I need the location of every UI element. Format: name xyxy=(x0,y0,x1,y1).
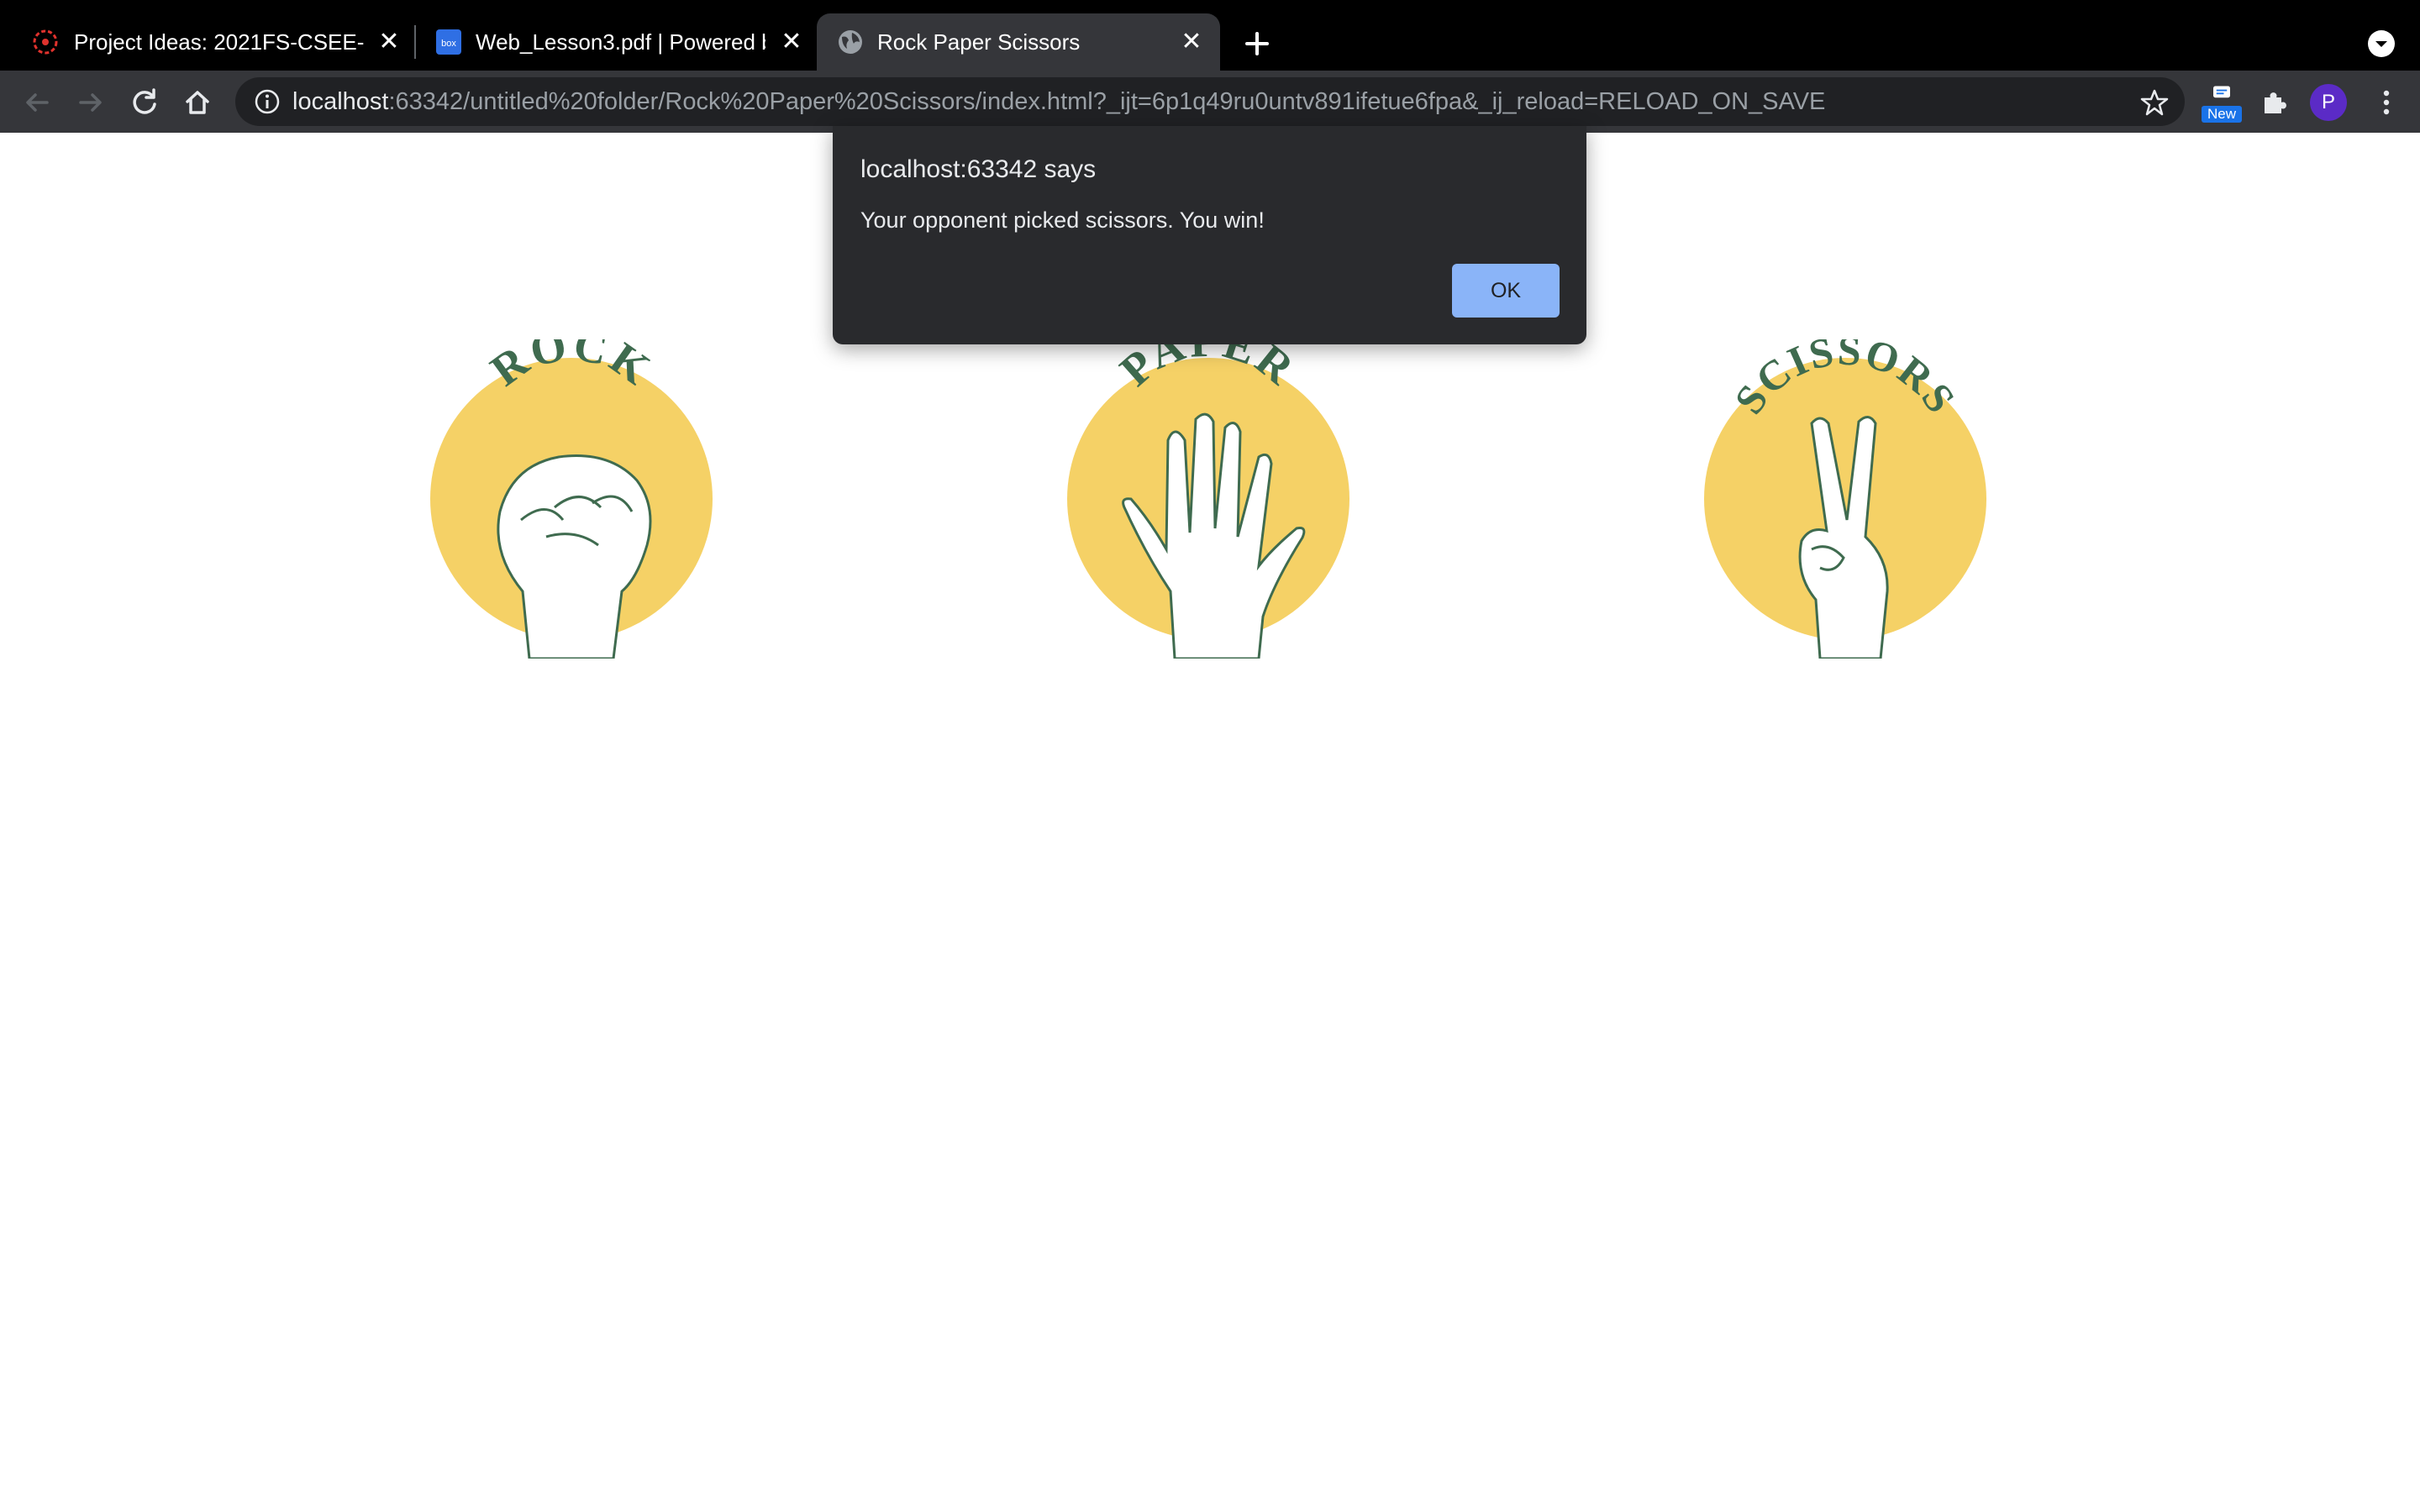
rock-fist-icon: ROCK xyxy=(430,339,713,659)
tab-search-button[interactable] xyxy=(2368,30,2395,57)
paper-hand-icon: PAPER xyxy=(1067,339,1349,659)
tab-title: Rock Paper Scissors xyxy=(877,29,1081,55)
tab-title: Project Ideas: 2021FS-CSEE-5 xyxy=(74,29,364,55)
svg-text:box: box xyxy=(441,39,456,49)
rock-choice[interactable]: ROCK xyxy=(420,339,723,659)
ok-button[interactable]: OK xyxy=(1452,264,1560,318)
tab-strip: Project Ideas: 2021FS-CSEE-5 ✕ box Web_L… xyxy=(0,0,2420,71)
tab-title: Web_Lesson3.pdf | Powered by xyxy=(476,29,765,55)
site-info-icon[interactable] xyxy=(254,88,281,115)
puzzle-icon[interactable] xyxy=(2258,86,2291,119)
globe-icon xyxy=(839,30,862,54)
address-bar[interactable]: localhost:63342/untitled%20folder/Rock%2… xyxy=(235,77,2185,126)
tab-web-lesson[interactable]: box Web_Lesson3.pdf | Powered by ✕ xyxy=(418,13,813,71)
tab-close-icon[interactable]: ✕ xyxy=(1175,25,1208,59)
new-tab-icon[interactable] xyxy=(1237,24,1277,64)
browser-toolbar: localhost:63342/untitled%20folder/Rock%2… xyxy=(0,71,2420,133)
url-path: :63342/untitled%20folder/Rock%20Paper%20… xyxy=(388,88,1826,115)
forward-icon[interactable] xyxy=(74,86,108,119)
more-menu-icon[interactable] xyxy=(2370,86,2403,119)
paper-choice[interactable]: PAPER xyxy=(1057,339,1360,659)
scissors-hand-icon: SCISSORS xyxy=(1704,339,1986,659)
dialog-message: Your opponent picked scissors. You win! xyxy=(860,207,1265,233)
home-icon[interactable] xyxy=(181,86,214,119)
reload-icon[interactable] xyxy=(128,86,161,119)
tab-rock-paper-scissors[interactable]: Rock Paper Scissors ✕ xyxy=(817,13,1220,71)
bookmark-star-icon[interactable] xyxy=(2139,87,2170,118)
dialog-title: localhost:63342 says xyxy=(860,155,1097,183)
tab-project-ideas[interactable]: Project Ideas: 2021FS-CSEE-5 ✕ xyxy=(0,13,412,71)
profile-avatar[interactable]: P xyxy=(2310,84,2347,121)
scissors-choice[interactable]: SCISSORS xyxy=(1694,339,1996,659)
chevron-down-icon xyxy=(2375,41,2387,47)
alert-dialog: localhost:63342 says Your opponent picke… xyxy=(833,126,1586,344)
back-icon[interactable] xyxy=(20,86,54,119)
url-text: localhost:63342/untitled%20folder/Rock%2… xyxy=(292,86,1825,118)
tab-close-icon[interactable]: ✕ xyxy=(372,25,406,59)
canvas-icon xyxy=(33,29,58,55)
extension-badge: New xyxy=(2202,106,2242,123)
box-icon: box xyxy=(436,29,461,55)
tab-separator xyxy=(414,25,416,59)
tab-close-icon[interactable]: ✕ xyxy=(775,25,808,59)
url-host: localhost xyxy=(292,88,389,115)
extension-button[interactable]: New xyxy=(2202,84,2242,124)
